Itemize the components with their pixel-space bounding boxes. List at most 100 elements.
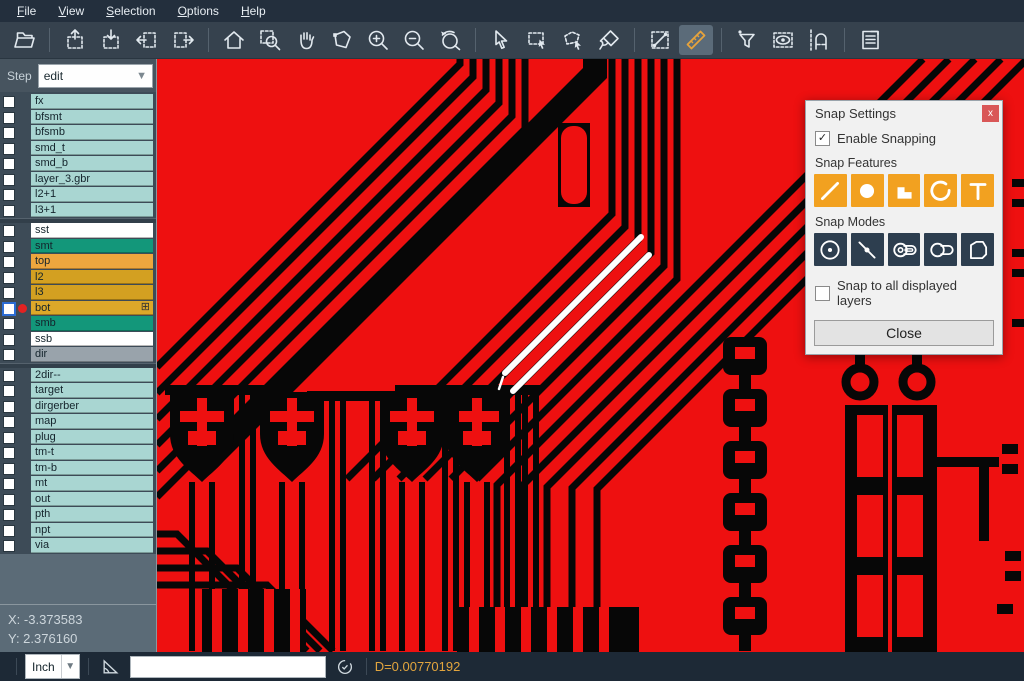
layer-row-npt[interactable]: npt bbox=[0, 523, 156, 539]
grid-icon[interactable]: ⊞ bbox=[141, 301, 150, 314]
layer-checkbox[interactable] bbox=[3, 401, 15, 413]
apply-check-icon[interactable] bbox=[336, 658, 354, 676]
enable-snapping-checkbox[interactable]: ✓ bbox=[815, 131, 830, 146]
layer-checkbox[interactable] bbox=[3, 494, 15, 506]
close-button[interactable]: Close bbox=[814, 320, 994, 346]
layer-checkbox[interactable] bbox=[3, 256, 15, 268]
pan-down-icon[interactable] bbox=[94, 25, 128, 55]
clear-brush-icon[interactable] bbox=[592, 25, 626, 55]
layer-row-ssb[interactable]: ssb bbox=[0, 332, 156, 348]
layer-row-pth[interactable]: pth bbox=[0, 507, 156, 523]
layer-checkbox[interactable] bbox=[3, 205, 15, 217]
layer-row-via[interactable]: via bbox=[0, 538, 156, 554]
layer-checkbox[interactable] bbox=[3, 416, 15, 428]
layer-row-smd_t[interactable]: smd_t bbox=[0, 141, 156, 157]
layer-row-tm-b[interactable]: tm-b bbox=[0, 461, 156, 477]
layer-row-map[interactable]: map bbox=[0, 414, 156, 430]
layer-checkbox[interactable] bbox=[3, 287, 15, 299]
layer-checkbox[interactable] bbox=[3, 540, 15, 552]
layer-checkbox[interactable] bbox=[3, 225, 15, 237]
layer-checkbox[interactable] bbox=[3, 143, 15, 155]
layer-checkbox[interactable] bbox=[3, 478, 15, 490]
close-icon[interactable]: x bbox=[982, 105, 999, 122]
layer-checkbox[interactable] bbox=[3, 370, 15, 382]
layer-row-tm-t[interactable]: tm-t bbox=[0, 445, 156, 461]
layer-row-smd_b[interactable]: smd_b bbox=[0, 156, 156, 172]
layer-checkbox[interactable] bbox=[3, 334, 15, 346]
layer-checkbox[interactable] bbox=[3, 96, 15, 108]
layer-row-bfsmt[interactable]: bfsmt bbox=[0, 110, 156, 126]
filter-icon[interactable] bbox=[730, 25, 764, 55]
menu-view[interactable]: View bbox=[47, 0, 95, 22]
snap-magnet-icon[interactable] bbox=[802, 25, 836, 55]
layer-row-mt[interactable]: mt bbox=[0, 476, 156, 492]
layer-row-layer_3.gbr[interactable]: layer_3.gbr bbox=[0, 172, 156, 188]
layer-row-dirgerber[interactable]: dirgerber bbox=[0, 399, 156, 415]
snap-pad-icon[interactable] bbox=[851, 174, 884, 207]
layer-checkbox[interactable] bbox=[3, 447, 15, 459]
layer-row-bfsmb[interactable]: bfsmb bbox=[0, 125, 156, 141]
snap-surface-icon[interactable] bbox=[888, 174, 921, 207]
layer-checkbox[interactable] bbox=[3, 112, 15, 124]
menu-help[interactable]: Help bbox=[230, 0, 277, 22]
snap-pad-outline-icon[interactable] bbox=[924, 233, 957, 266]
unit-combobox[interactable]: Inch ▼ bbox=[25, 654, 80, 679]
report-icon[interactable] bbox=[853, 25, 887, 55]
menu-selection[interactable]: Selection bbox=[95, 0, 166, 22]
layer-row-top[interactable]: top bbox=[0, 254, 156, 270]
open-folder-icon[interactable] bbox=[7, 25, 41, 55]
layer-checkbox[interactable] bbox=[3, 318, 15, 330]
layer-checkbox[interactable] bbox=[3, 158, 15, 170]
ruler-icon[interactable] bbox=[679, 25, 713, 55]
layer-row-fx[interactable]: fx bbox=[0, 94, 156, 110]
layer-row-2dir--[interactable]: 2dir-- bbox=[0, 368, 156, 384]
view-eye-icon[interactable] bbox=[766, 25, 800, 55]
home-icon[interactable] bbox=[217, 25, 251, 55]
select-cursor-icon[interactable] bbox=[484, 25, 518, 55]
zoom-out-icon[interactable] bbox=[397, 25, 431, 55]
pan-right-icon[interactable] bbox=[166, 25, 200, 55]
layer-row-l2[interactable]: l2 bbox=[0, 270, 156, 286]
layer-row-smt[interactable]: smt bbox=[0, 239, 156, 255]
layer-checkbox[interactable] bbox=[3, 303, 15, 315]
layer-checkbox[interactable] bbox=[3, 189, 15, 201]
zoom-polygon-icon[interactable] bbox=[325, 25, 359, 55]
select-rectangle-icon[interactable] bbox=[520, 25, 554, 55]
zoom-window-icon[interactable] bbox=[253, 25, 287, 55]
layer-row-target[interactable]: target bbox=[0, 383, 156, 399]
snap-all-layers-checkbox[interactable] bbox=[815, 286, 830, 301]
snap-line-icon[interactable] bbox=[814, 174, 847, 207]
layer-checkbox[interactable] bbox=[3, 525, 15, 537]
layer-checkbox[interactable] bbox=[3, 509, 15, 521]
layer-row-out[interactable]: out bbox=[0, 492, 156, 508]
layer-row-bot[interactable]: bot⊞ bbox=[0, 301, 156, 317]
menu-file[interactable]: File bbox=[6, 0, 47, 22]
measure-distance-icon[interactable] bbox=[643, 25, 677, 55]
layer-row-sst[interactable]: sst bbox=[0, 223, 156, 239]
layer-checkbox[interactable] bbox=[3, 174, 15, 186]
layer-row-l2+1[interactable]: l2+1 bbox=[0, 187, 156, 203]
zoom-previous-icon[interactable] bbox=[433, 25, 467, 55]
snap-closest-point-icon[interactable] bbox=[851, 233, 884, 266]
menu-options[interactable]: Options bbox=[167, 0, 230, 22]
snap-pad-hole-icon[interactable] bbox=[888, 233, 921, 266]
layer-checkbox[interactable] bbox=[3, 127, 15, 139]
layer-checkbox[interactable] bbox=[3, 385, 15, 397]
layer-row-dir[interactable]: dir bbox=[0, 347, 156, 363]
layer-checkbox[interactable] bbox=[3, 241, 15, 253]
snap-contour-icon[interactable] bbox=[961, 233, 994, 266]
layer-checkbox[interactable] bbox=[3, 272, 15, 284]
pan-up-icon[interactable] bbox=[58, 25, 92, 55]
step-combobox[interactable]: edit ▼ bbox=[38, 64, 153, 88]
layer-checkbox[interactable] bbox=[3, 349, 15, 361]
zoom-in-icon[interactable] bbox=[361, 25, 395, 55]
layer-checkbox[interactable] bbox=[3, 432, 15, 444]
layer-row-smb[interactable]: smb bbox=[0, 316, 156, 332]
snap-arc-icon[interactable] bbox=[924, 174, 957, 207]
snap-center-icon[interactable] bbox=[814, 233, 847, 266]
pan-left-icon[interactable] bbox=[130, 25, 164, 55]
command-input[interactable] bbox=[130, 656, 326, 678]
snap-text-icon[interactable] bbox=[961, 174, 994, 207]
layer-checkbox[interactable] bbox=[3, 463, 15, 475]
layer-row-l3+1[interactable]: l3+1 bbox=[0, 203, 156, 219]
